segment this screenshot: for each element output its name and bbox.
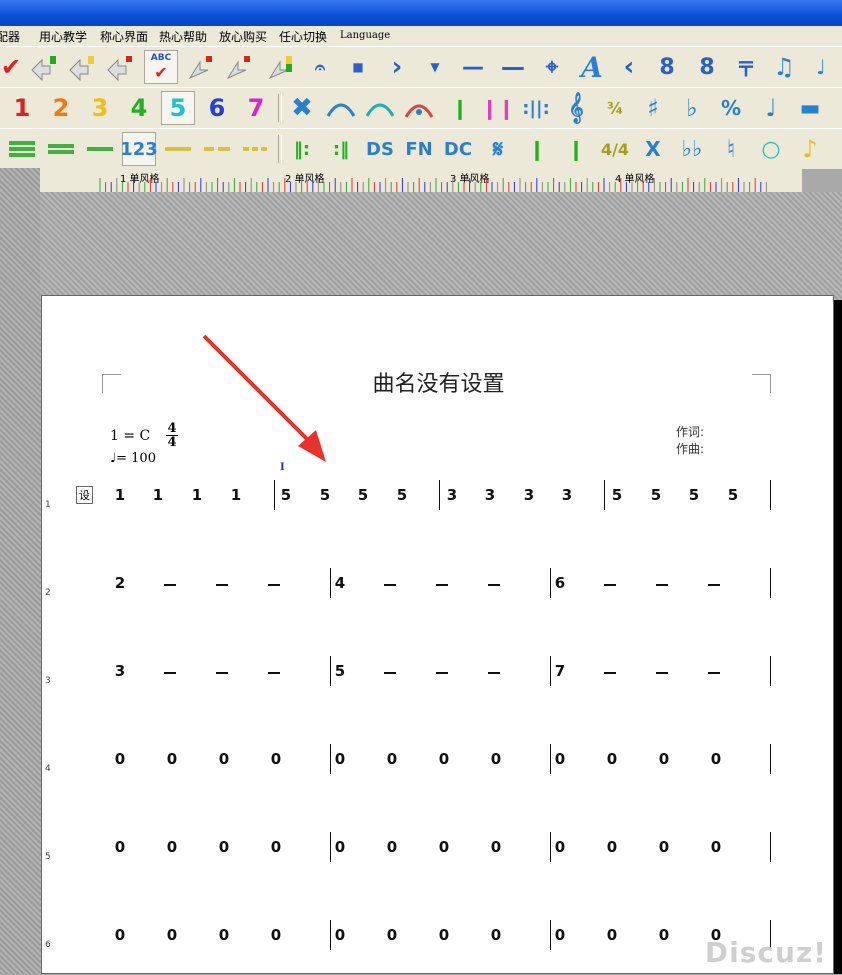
toolbar-row-1: ✔ ABC ✔ 𝄐 ■ › ▼ — — ⌖ A ‹ 8 8 〒 ♫ ♩ (0, 46, 842, 88)
natural-icon[interactable]: ♮ (714, 132, 748, 166)
text-a-icon[interactable]: A (575, 50, 609, 84)
thin-bar-icon[interactable]: ❙ (559, 132, 593, 166)
fn-button[interactable]: FN (402, 132, 436, 166)
treble-clef-icon[interactable]: 𝄞 (559, 91, 593, 125)
tie-icon[interactable] (363, 91, 397, 125)
menu-bar: 配器 用心教学 称心界面 热心帮助 放心购买 任心切换 Language (0, 26, 842, 46)
one-line-icon[interactable] (83, 132, 117, 166)
lock-green-icon[interactable] (26, 50, 60, 84)
eighth-note-icon[interactable]: ♪ (793, 132, 827, 166)
add-voice-icon[interactable]: 8 (650, 50, 684, 84)
menu-item-help[interactable]: 热心帮助 (159, 28, 207, 45)
delete-x-icon[interactable]: ✖ (285, 91, 319, 125)
window-title-bar (0, 0, 842, 26)
single-bar-icon[interactable]: ❙ (443, 91, 477, 125)
cursor-color-icon[interactable] (262, 50, 296, 84)
grace-note-icon[interactable]: ♩ (804, 50, 838, 84)
two-lines-icon[interactable] (44, 132, 78, 166)
time-sig-3-4-icon[interactable]: ¾ (598, 91, 632, 125)
lock-red-icon[interactable] (102, 50, 136, 84)
menu-item-language[interactable]: Language (340, 30, 390, 41)
watermark: Discuz! (704, 936, 827, 969)
dot-icon[interactable]: ■ (341, 50, 375, 84)
dc-button[interactable]: DC (441, 132, 475, 166)
percent-icon[interactable]: % (714, 91, 748, 125)
left-margin (0, 168, 40, 974)
down-triangle-icon[interactable]: ▼ (418, 50, 452, 84)
double-flat-icon[interactable]: ♭♭ (675, 132, 709, 166)
menu-item-teaching[interactable]: 用心教学 (39, 28, 87, 45)
lock-yellow-icon[interactable] (64, 50, 98, 84)
spellcheck-button[interactable]: ABC ✔ (144, 50, 178, 84)
accent-icon[interactable]: › (380, 50, 414, 84)
repeat-bar-icon[interactable]: :||: (519, 91, 553, 125)
note-7-button[interactable]: 7 (239, 91, 273, 125)
score-page[interactable]: 曲名没有设置 1 = C 4 4 ♩= 100 作词: 作曲: I 设 1234… (41, 295, 834, 974)
annotation-arrow (202, 334, 326, 462)
check-icon[interactable]: ✔ (0, 50, 28, 84)
page-shadow (834, 300, 842, 974)
menu-item-purchase[interactable]: 放心购买 (219, 28, 267, 45)
double-bar-icon[interactable]: ❙❙ (481, 91, 515, 125)
tenuto-icon[interactable]: — (456, 50, 490, 84)
toolbar-row-2: 1 2 3 4 5 6 7 ✖ ❙ ❙❙ :||: 𝄞 ¾ ♯ ♭ % ♩ ▬ (0, 87, 842, 129)
beam-icon[interactable]: 〒 (729, 50, 763, 84)
toolbar-separator (278, 94, 282, 122)
note-6-button[interactable]: 6 (200, 91, 234, 125)
repeat-start-icon[interactable]: ‖: (285, 132, 319, 166)
slur-icon[interactable] (324, 91, 358, 125)
three-lines-icon[interactable] (5, 132, 39, 166)
long-dash-icon[interactable]: — (496, 50, 530, 84)
cursor-multi-icon[interactable] (220, 50, 254, 84)
bar-line-icon[interactable]: ❙ (520, 132, 554, 166)
segno-icon[interactable]: 𝄋 (481, 132, 515, 166)
chevron-left-icon[interactable]: ‹ (612, 50, 646, 84)
ds-button[interactable]: DS (363, 132, 397, 166)
underline-single-icon[interactable] (161, 132, 195, 166)
note-5-button[interactable]: 5 (161, 91, 195, 125)
whole-note-icon[interactable]: ○ (754, 132, 788, 166)
slur-dot-icon[interactable] (402, 91, 436, 125)
crosshair-icon[interactable]: ⌖ (535, 50, 569, 84)
underline-dash-icon[interactable] (200, 132, 234, 166)
note-3-button[interactable]: 3 (83, 91, 117, 125)
numbered-notation-button[interactable]: 123 (120, 132, 158, 166)
music-note-icon[interactable]: ♫ (767, 50, 801, 84)
rest-bar-icon[interactable]: ▬ (793, 91, 827, 125)
note-1-button[interactable]: 1 (5, 91, 39, 125)
note-4-button[interactable]: 4 (122, 91, 156, 125)
menu-item-orchestration[interactable]: 配器 (0, 28, 20, 45)
repeat-end-icon[interactable]: :‖ (324, 132, 358, 166)
flat-icon[interactable]: ♭ (675, 91, 709, 125)
time-sig-4-4-icon[interactable]: 4/4 (598, 132, 632, 166)
sharp-icon[interactable]: ♯ (636, 91, 670, 125)
style-ruler: 1 单风格 2 单风格 3 单风格 4 单风格 (40, 168, 802, 192)
toolbar-separator (278, 135, 282, 163)
cursor-red-icon[interactable] (182, 50, 216, 84)
toolbar-row-3: 123 ‖: :‖ DS FN DC 𝄋 ❙ ❙ 4/4 X ♭♭ ♮ ○ ♪ (0, 128, 842, 170)
fermata-icon[interactable]: 𝄐 (303, 50, 337, 84)
menu-item-interface[interactable]: 称心界面 (100, 28, 148, 45)
underline-dots-icon[interactable] (239, 132, 273, 166)
ruler-ticks (99, 178, 767, 192)
menu-item-switch[interactable]: 任心切换 (279, 28, 327, 45)
double-sharp-button[interactable]: X (636, 132, 670, 166)
note-2-button[interactable]: 2 (44, 91, 78, 125)
quarter-note-icon[interactable]: ♩ (754, 91, 788, 125)
remove-voice-icon[interactable]: 8 (690, 50, 724, 84)
